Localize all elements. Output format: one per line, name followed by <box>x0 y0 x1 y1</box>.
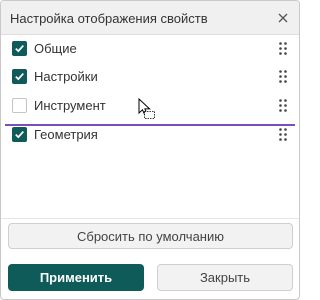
footer-divider <box>1 218 299 219</box>
drag-handle-icon[interactable] <box>279 128 287 146</box>
reset-defaults-button[interactable]: Сбросить по умолчанию <box>8 223 293 249</box>
move-cursor-icon <box>138 97 156 125</box>
close-icon[interactable] <box>273 8 293 28</box>
drag-handle-icon[interactable] <box>279 42 287 60</box>
dialog-title: Настройка отображения свойств <box>10 11 208 26</box>
checkbox-general[interactable] <box>12 41 27 56</box>
list-item-settings[interactable]: Настройки <box>1 63 299 91</box>
drag-handle-icon[interactable] <box>279 99 287 117</box>
item-label: Геометрия <box>34 127 98 142</box>
display-settings-dialog: Настройка отображения свойств Общие Наст… <box>0 0 300 300</box>
properties-list: Общие Настройки Инструмент Геометрия <box>1 35 299 218</box>
list-item-general[interactable]: Общие <box>1 35 299 63</box>
title-bar: Настройка отображения свойств <box>1 1 299 35</box>
checkbox-tool[interactable] <box>12 98 27 113</box>
item-label: Инструмент <box>34 98 106 113</box>
checkbox-geometry[interactable] <box>12 127 27 142</box>
item-label: Настройки <box>34 69 98 84</box>
close-button[interactable]: Закрыть <box>157 264 293 291</box>
checkbox-settings[interactable] <box>12 69 27 84</box>
drag-handle-icon[interactable] <box>279 70 287 88</box>
apply-button[interactable]: Применить <box>8 264 144 291</box>
item-label: Общие <box>34 41 77 56</box>
list-item-geometry[interactable]: Геометрия <box>1 121 299 149</box>
